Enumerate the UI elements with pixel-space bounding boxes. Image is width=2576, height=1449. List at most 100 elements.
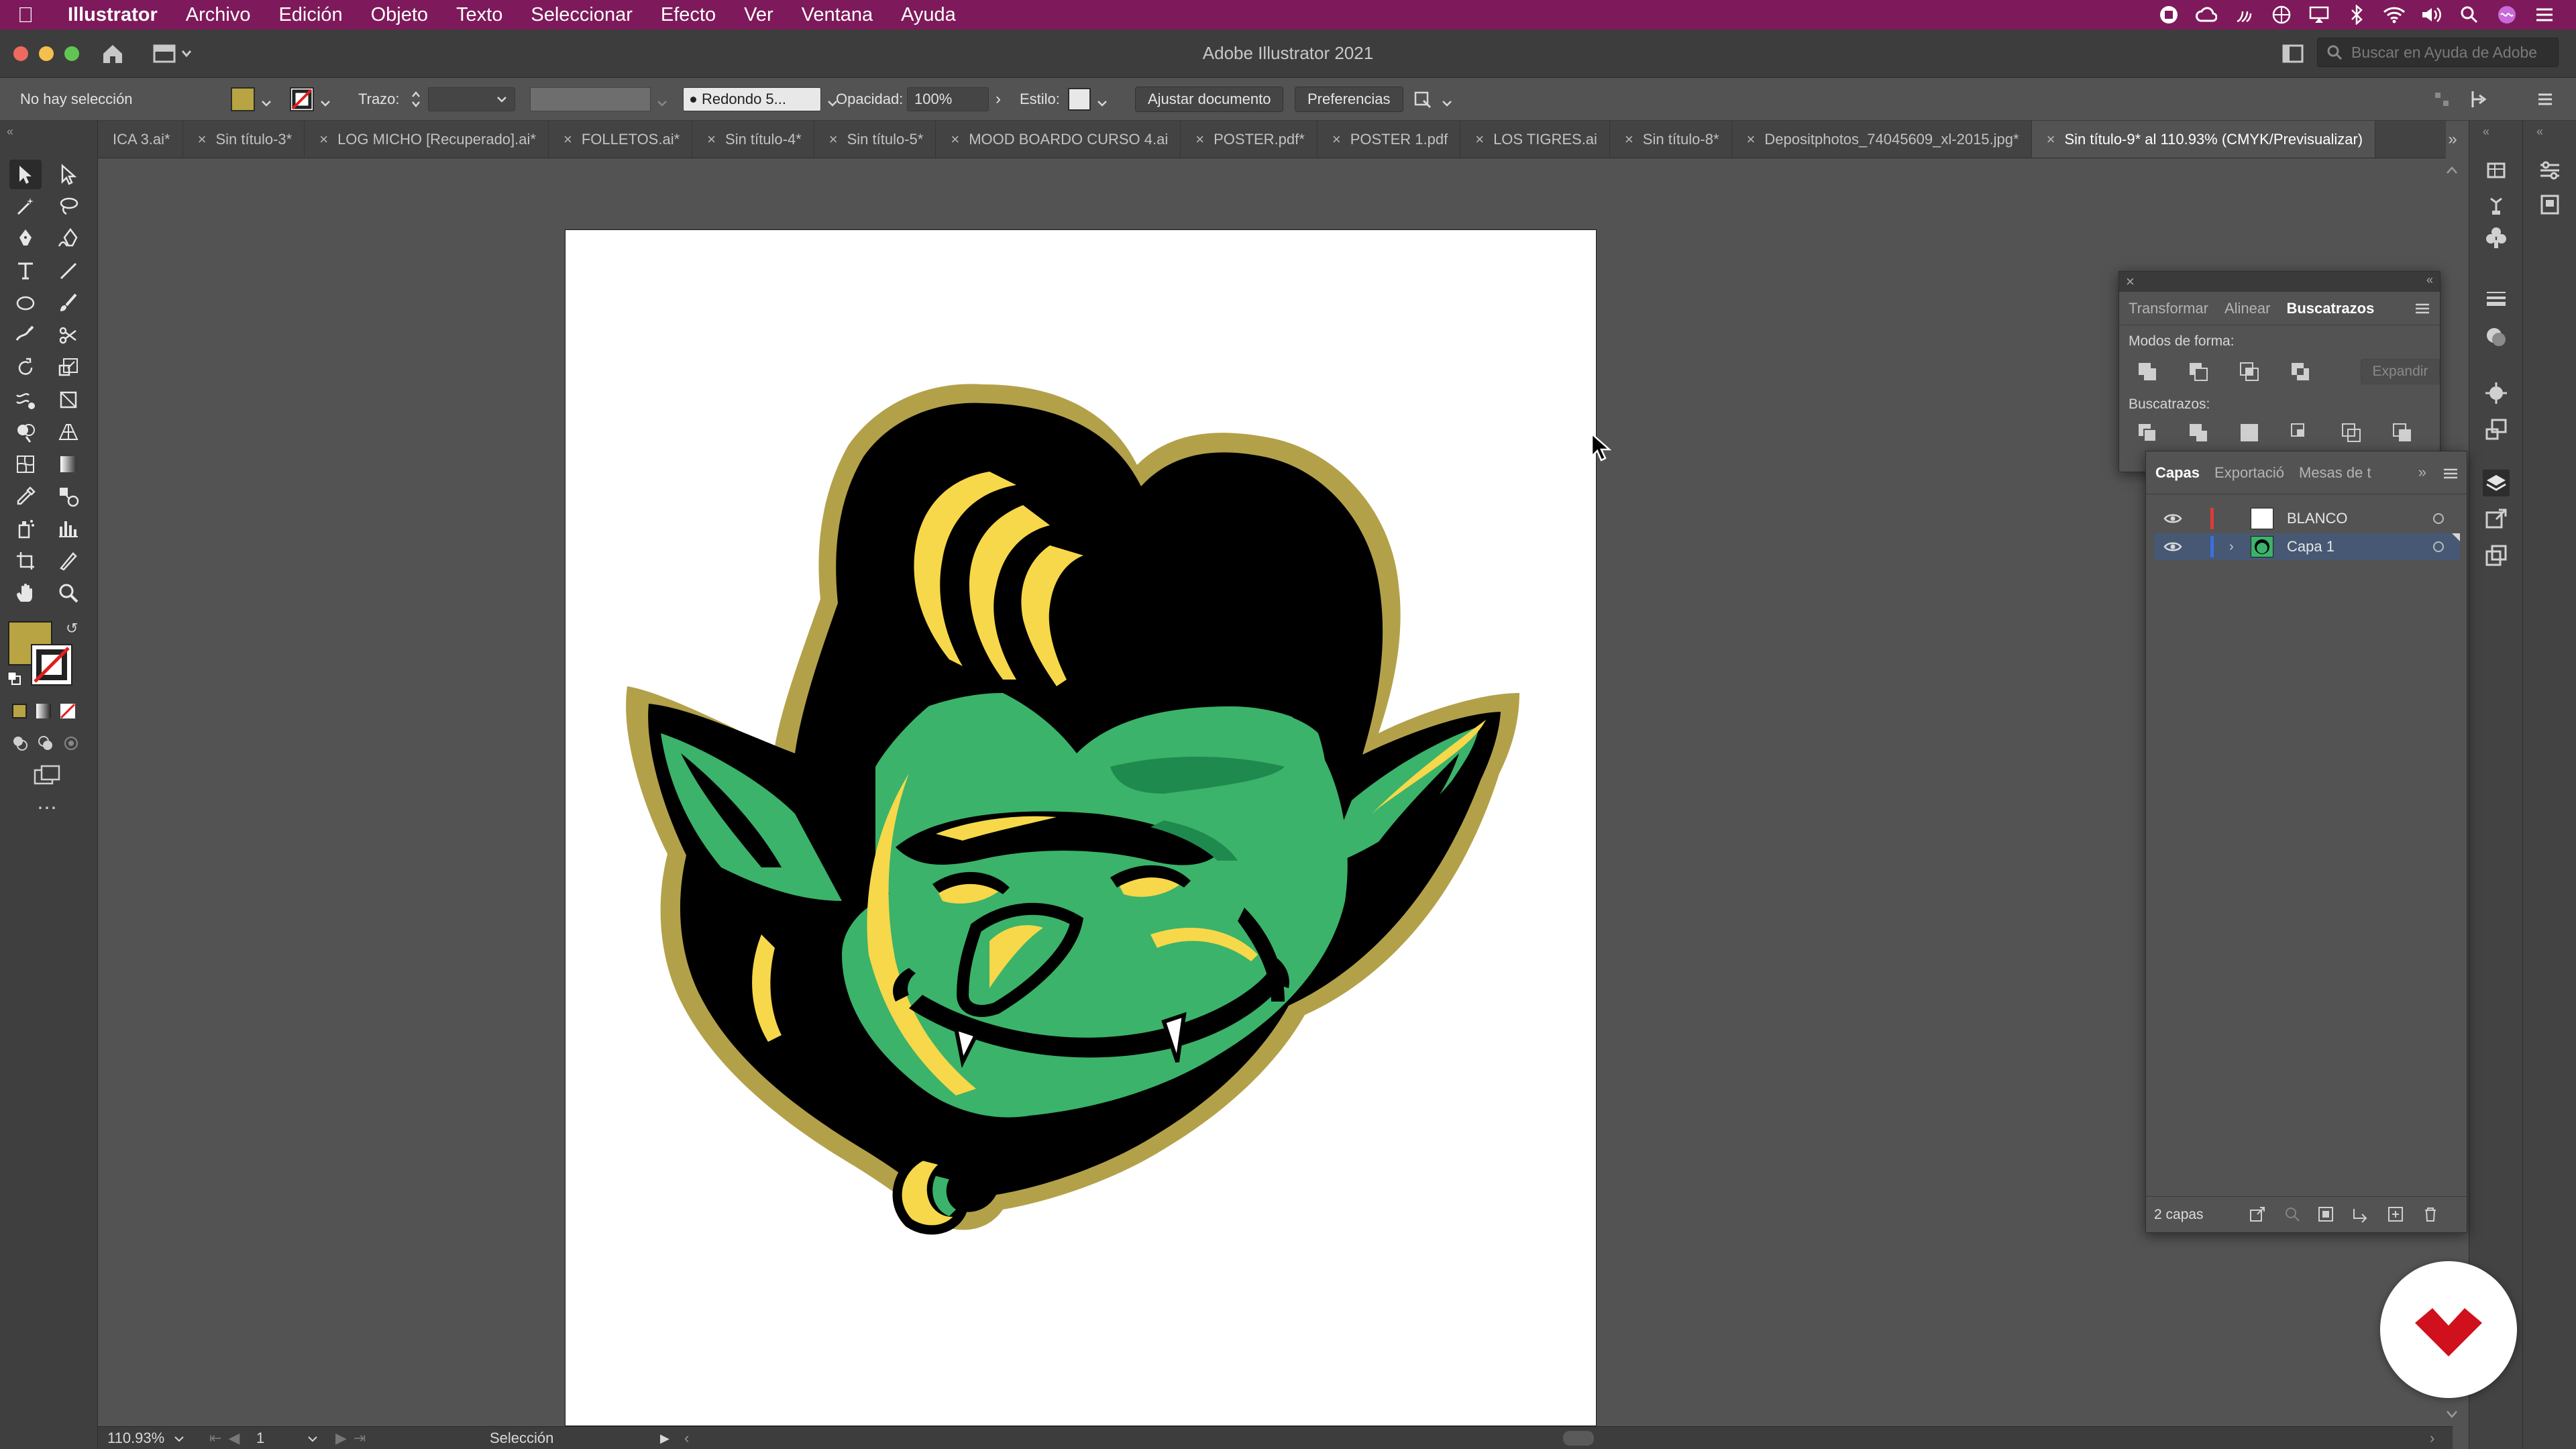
globe-icon[interactable] [2270,5,2293,25]
trim-icon[interactable] [2188,422,2209,443]
layer-row-capa-1[interactable]: › Capa 1 [2154,533,2460,560]
close-tab-icon[interactable]: × [2047,131,2055,148]
stroke-color-box[interactable] [31,644,72,686]
libraries-panel-icon[interactable] [2536,191,2563,217]
blend-tool[interactable] [52,482,85,511]
create-new-layer-icon[interactable] [2386,1205,2405,1224]
chevron-down-icon[interactable] [260,95,272,107]
graphic-style-swatch[interactable] [1068,88,1091,111]
layers-panel-icon[interactable] [2483,470,2510,496]
symbol-sprayer-tool[interactable] [9,514,42,543]
document-tab-active[interactable]: × Sin título-9* al 110.93% (CMYK/Previsua… [2031,121,2376,158]
chevron-down-icon[interactable] [1096,95,1108,107]
unite-icon[interactable] [2137,361,2158,382]
pathfinder-panel-header[interactable]: × « [2119,272,2440,292]
appearance-panel-icon[interactable] [2483,323,2510,350]
expand-layer-chevron-icon[interactable]: › [2229,539,2234,555]
ellipse-tool[interactable] [9,288,42,318]
locate-object-icon[interactable] [2283,1205,2302,1224]
document-tab[interactable]: ICA 3.ai* [98,121,183,158]
mesh-tool[interactable] [9,449,42,479]
draw-normal-icon[interactable] [12,735,28,751]
minus-front-icon[interactable] [2188,361,2209,382]
document-tab[interactable]: × FOLLETOS.ai* [549,121,693,158]
document-tab[interactable]: × Sin título-4* [692,121,814,158]
layer-target-icon[interactable] [2433,541,2444,552]
direct-selection-tool[interactable] [52,160,85,189]
type-tool[interactable] [9,256,42,286]
panel-menu-icon[interactable] [2534,89,2556,110]
visibility-eye-icon[interactable] [2163,540,2182,553]
menu-archivo[interactable]: Archivo [172,4,265,26]
make-clipping-mask-icon[interactable] [2316,1205,2335,1224]
document-tab[interactable]: × Sin título-3* [183,121,305,158]
zoom-level[interactable]: 110.93% [107,1430,164,1447]
document-tab[interactable]: × POSTER 1.pdf [1318,121,1461,158]
document-tab[interactable]: × Sin título-8* [1610,121,1732,158]
create-sublayer-icon[interactable] [2351,1205,2370,1224]
draw-inside-icon[interactable] [63,735,79,751]
more-tabs-icon[interactable]: » [2418,464,2426,481]
asset-export-panel-icon[interactable] [2483,506,2510,533]
troll-illustration[interactable] [566,230,1597,1426]
close-tab-icon[interactable]: × [198,131,207,148]
horizontal-scroll-thumb[interactable] [1563,1431,1594,1446]
next-artboard-icon[interactable]: ▶ [335,1430,347,1447]
close-tab-icon[interactable]: × [707,131,716,148]
expand-button[interactable]: Expandir [2361,359,2440,384]
column-graph-tool[interactable] [52,514,85,543]
outline-icon[interactable] [2341,422,2362,443]
zoom-tool[interactable] [52,578,85,608]
apple-icon[interactable]:  [17,3,54,28]
swap-fill-stroke-icon[interactable]: ↺ [66,620,78,637]
artboards-panel-icon[interactable] [2483,157,2510,184]
crop-icon[interactable] [2290,422,2311,443]
volume-icon[interactable] [2420,5,2443,25]
transform-icon[interactable] [2469,89,2493,110]
edit-toolbar-icon[interactable]: ⋯ [5,792,89,824]
eyedropper-tool[interactable] [9,482,42,511]
arrange-documents-icon[interactable] [2281,42,2305,66]
menu-ayuda[interactable]: Ayuda [887,4,970,26]
status-menu-arrow-icon[interactable]: ▶ [660,1427,669,1449]
artboard-number[interactable]: 1 [256,1430,264,1447]
document-tab[interactable]: × LOG MICHO [Recuperado].ai* [305,121,549,158]
image-trace-panel-icon[interactable] [2483,416,2510,443]
scissors-tool[interactable] [52,321,85,350]
draw-behind-icon[interactable] [38,735,54,751]
pen-tool[interactable] [9,224,42,254]
scale-tool[interactable] [52,353,85,382]
layer-row-blanco[interactable]: BLANCO [2154,505,2460,532]
chevron-down-icon[interactable] [1441,95,1453,107]
panel-menu-icon[interactable] [2413,300,2432,317]
brushes-panel-icon[interactable] [2483,191,2510,217]
close-tab-icon[interactable]: × [1475,131,1484,148]
menu-app-name[interactable]: Illustrator [54,4,172,26]
exclude-icon[interactable] [2290,361,2311,382]
preferences-button[interactable]: Preferencias [1295,87,1403,112]
menu-edicion[interactable]: Edición [264,4,356,26]
sync-icon[interactable] [2233,5,2255,25]
siri-icon[interactable] [2496,5,2518,25]
magic-wand-tool[interactable] [9,192,42,221]
collect-export-icon[interactable] [2248,1205,2267,1224]
stroke-weight-stepper[interactable] [408,86,424,113]
shape-builder-tool[interactable] [9,417,42,447]
rotate-tool[interactable] [9,353,42,382]
help-search-field[interactable]: Buscar en Ayuda de Adobe [2317,38,2559,67]
close-tab-icon[interactable]: × [564,131,572,148]
trash-icon[interactable] [2421,1205,2440,1224]
gradient-mode-button[interactable] [36,704,51,718]
hand-tool[interactable] [9,578,42,608]
previous-artboard-icon[interactable]: ◀ [228,1430,239,1447]
close-tab-icon[interactable]: × [1625,131,1633,148]
close-panel-icon[interactable]: × [2126,273,2135,290]
menu-seleccionar[interactable]: Seleccionar [517,4,647,26]
document-tab[interactable]: × Sin título-5* [814,121,936,158]
divide-icon[interactable] [2137,422,2158,443]
collapse-panel-icon[interactable]: « [2426,273,2433,287]
tab-alinear[interactable]: Alinear [2215,300,2277,317]
collapse-panel-icon[interactable]: « [2483,125,2510,141]
brush-definition-dropdown[interactable]: Redondo 5... [683,87,821,111]
color-guide-panel-icon[interactable] [2483,380,2510,407]
